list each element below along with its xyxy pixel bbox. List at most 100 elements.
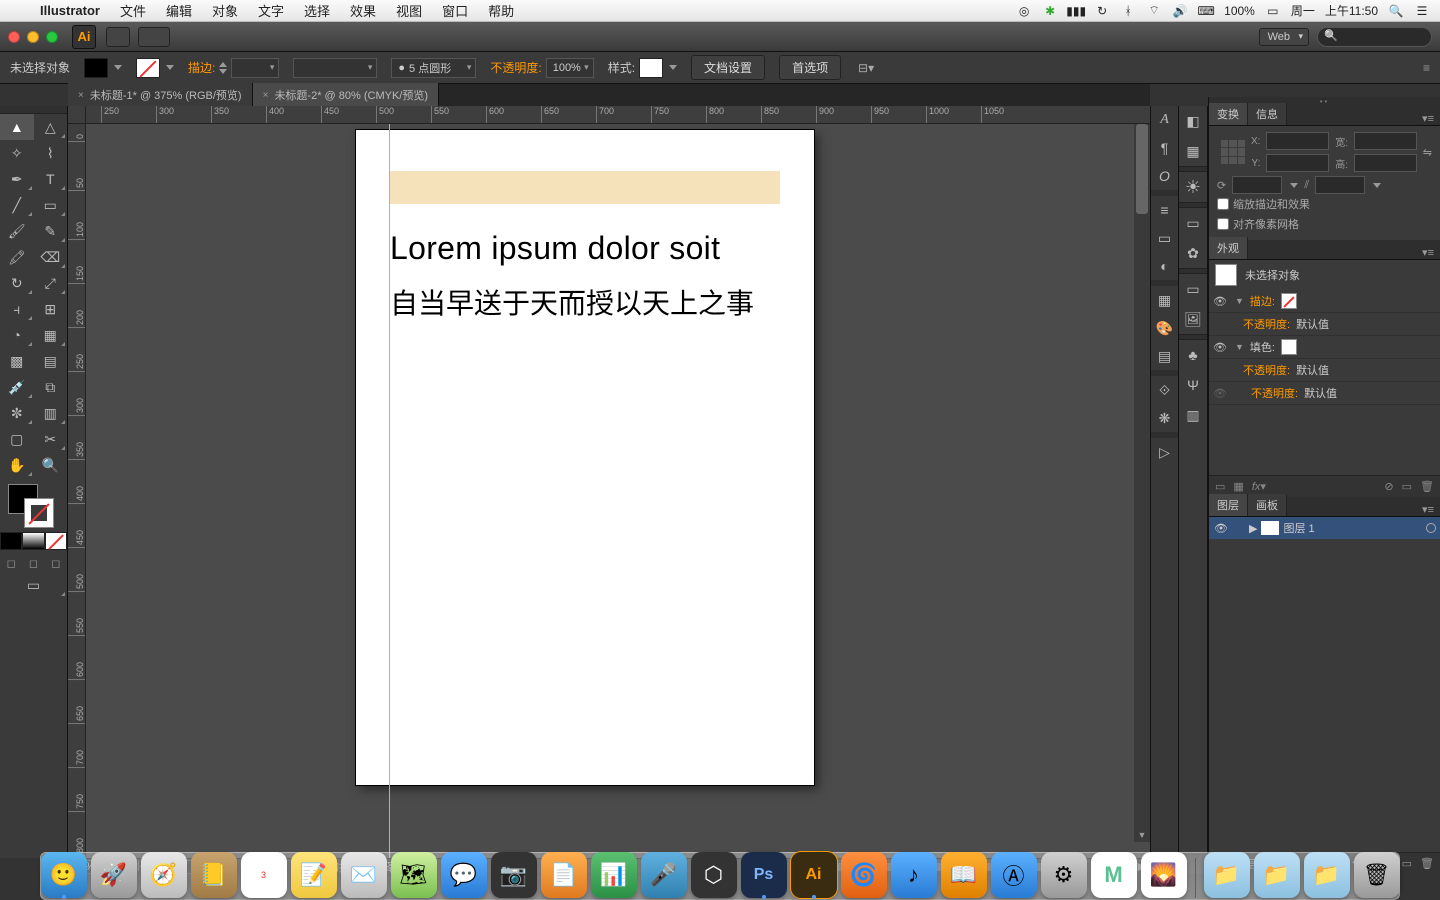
stroke-weight-field[interactable] bbox=[231, 58, 279, 78]
dock-notes[interactable]: 📝 bbox=[291, 852, 337, 898]
draw-inside-icon[interactable]: ◻ bbox=[45, 554, 67, 572]
graphic-style-swatch[interactable] bbox=[639, 58, 663, 78]
stroke-label[interactable]: 描边: bbox=[188, 59, 215, 76]
dock-photoshop[interactable]: Ps bbox=[741, 852, 787, 898]
menu-view[interactable]: 视图 bbox=[386, 1, 432, 20]
stroke-swatch[interactable] bbox=[136, 58, 160, 78]
graphic-styles-panel-icon[interactable]: ▭ bbox=[1179, 274, 1207, 304]
gradient-tool[interactable]: ▤ bbox=[34, 348, 68, 374]
reference-point[interactable] bbox=[1221, 140, 1245, 164]
close-window-button[interactable] bbox=[8, 31, 20, 43]
horizontal-ruler[interactable]: 0501001502002503003504004505005506006507… bbox=[86, 106, 1150, 124]
dock-safari[interactable]: 🧭 bbox=[141, 852, 187, 898]
dock-folder-2[interactable]: 📁 bbox=[1254, 852, 1300, 898]
graphic-style-menu[interactable] bbox=[669, 65, 677, 70]
scroll-thumb[interactable] bbox=[1136, 124, 1148, 214]
tab-info[interactable]: 信息 bbox=[1248, 103, 1287, 125]
menu-extras-icon[interactable]: ☰ bbox=[1414, 3, 1430, 19]
blend-tool[interactable]: ⧉ bbox=[34, 374, 68, 400]
rotate-field[interactable] bbox=[1232, 176, 1282, 194]
stroke-box[interactable] bbox=[24, 498, 54, 528]
stroke-swatch-small[interactable] bbox=[1281, 293, 1297, 309]
appearance-fill-row[interactable]: 👁 ▼ 填色: bbox=[1209, 336, 1440, 359]
dock-folder-3[interactable]: 📁 bbox=[1304, 852, 1350, 898]
battery-icon[interactable]: ▭ bbox=[1265, 3, 1281, 19]
menu-object[interactable]: 对象 bbox=[202, 1, 248, 20]
menu-window[interactable]: 窗口 bbox=[432, 1, 478, 20]
artwork-rectangle[interactable] bbox=[390, 171, 780, 204]
width-tool[interactable]: ⫞ bbox=[0, 296, 34, 322]
fill-swatch-menu[interactable] bbox=[114, 65, 122, 70]
stroke-swatch-menu[interactable] bbox=[166, 65, 174, 70]
layer-disclosure-icon[interactable]: ▶ bbox=[1249, 522, 1257, 535]
menubar-time[interactable]: 上午11:50 bbox=[1325, 2, 1378, 19]
dock-mail[interactable]: ✉️ bbox=[341, 852, 387, 898]
volume-icon[interactable]: 🔊 bbox=[1172, 3, 1188, 19]
fill-swatch-small[interactable] bbox=[1281, 339, 1297, 355]
dock-unity[interactable]: ⬡ bbox=[691, 852, 737, 898]
selection-tool[interactable]: ▲ bbox=[0, 114, 34, 140]
appearance-panel-menu-icon[interactable]: ▾≡ bbox=[1416, 246, 1440, 259]
css-panel-icon[interactable]: ♣ bbox=[1179, 340, 1207, 370]
control-panel-menu-icon[interactable]: ≡ bbox=[1423, 61, 1430, 75]
eyedropper-tool[interactable]: 💉 bbox=[0, 374, 34, 400]
gradient-panel-icon[interactable]: ▤ bbox=[1151, 342, 1178, 370]
width-field[interactable] bbox=[1354, 132, 1417, 150]
pencil-tool[interactable]: ✎ bbox=[34, 218, 68, 244]
doc-tab-1[interactable]: ×未标题-1* @ 375% (RGB/预览) bbox=[68, 83, 253, 106]
sync-icon[interactable]: ✱ bbox=[1042, 3, 1058, 19]
free-transform-tool[interactable]: ⊞ bbox=[34, 296, 68, 322]
menu-effect[interactable]: 效果 bbox=[340, 1, 386, 20]
zoom-tool[interactable]: 🔍 bbox=[34, 452, 68, 478]
color-mode-gradient[interactable] bbox=[22, 532, 44, 550]
draw-behind-icon[interactable]: ◻ bbox=[22, 554, 44, 572]
dock-blender[interactable]: 🌀 bbox=[841, 852, 887, 898]
spotlight-icon[interactable]: 🔍 bbox=[1388, 3, 1404, 19]
dock-app-m[interactable]: M bbox=[1091, 852, 1137, 898]
opacity-field[interactable]: 100% bbox=[546, 58, 594, 78]
transform-panel-icon[interactable]: ▭ bbox=[1151, 224, 1178, 252]
dock-keynote[interactable]: 🎤 bbox=[641, 852, 687, 898]
flip-buttons[interactable]: ⇋ bbox=[1423, 146, 1432, 159]
rotate-tool[interactable]: ↻ bbox=[0, 270, 34, 296]
brush-dropdown[interactable]: ● 5 点圆形 bbox=[391, 58, 476, 78]
dock-contacts[interactable]: 📒 bbox=[191, 852, 237, 898]
screen-mode-button[interactable]: ▭ bbox=[0, 572, 67, 598]
search-help-field[interactable] bbox=[1317, 27, 1432, 47]
color-guide-panel-icon[interactable]: ◧ bbox=[1179, 106, 1207, 136]
lasso-tool[interactable]: ⌇ bbox=[34, 140, 68, 166]
align-panel-icon[interactable]: ≡ bbox=[1151, 196, 1178, 224]
image-panel-icon[interactable]: 🖼 bbox=[1179, 304, 1207, 334]
symbols-panel-icon[interactable]: ✿ bbox=[1179, 238, 1207, 268]
asset-export-panel-icon[interactable]: ▥ bbox=[1179, 400, 1207, 430]
color-mode-solid[interactable] bbox=[0, 532, 22, 550]
opentype-panel-icon[interactable]: O bbox=[1151, 162, 1178, 190]
scale-strokes-checkbox[interactable]: 缩放描边和效果 bbox=[1217, 194, 1432, 214]
new-stroke-icon[interactable]: ▭ bbox=[1215, 480, 1225, 493]
dock-calendar[interactable]: 3 bbox=[241, 852, 287, 898]
paragraph-panel-icon[interactable]: ¶ bbox=[1151, 134, 1178, 162]
bluetooth-icon[interactable]: ᚼ bbox=[1120, 3, 1136, 19]
appearance-panel-icon[interactable]: ▦ bbox=[1179, 136, 1207, 166]
dock-appstore[interactable]: Ⓐ bbox=[991, 852, 1037, 898]
transform-panel-menu-icon[interactable]: ▾≡ bbox=[1416, 112, 1440, 125]
swatches-panel-icon[interactable]: ▦ bbox=[1151, 286, 1178, 314]
rectangle-tool[interactable]: ▭ bbox=[34, 192, 68, 218]
wifi-icon[interactable]: ⌔ bbox=[1146, 3, 1162, 19]
disclosure-icon[interactable]: ▼ bbox=[1235, 342, 1244, 352]
layers-panel-menu-icon[interactable]: ▾≡ bbox=[1416, 503, 1440, 516]
timemachine-icon[interactable]: ↻ bbox=[1094, 3, 1110, 19]
artwork-text-1[interactable]: Lorem ipsum dolor soit bbox=[390, 230, 720, 267]
delete-item-icon[interactable]: 🗑 bbox=[1420, 480, 1434, 493]
x-field[interactable] bbox=[1266, 132, 1329, 150]
tab-appearance[interactable]: 外观 bbox=[1209, 237, 1248, 259]
pen-tool[interactable]: ✒ bbox=[0, 166, 34, 192]
blob-brush-tool[interactable]: 🖍 bbox=[0, 244, 34, 270]
dock-ibooks[interactable]: 📖 bbox=[941, 852, 987, 898]
toolbox-handle[interactable] bbox=[0, 106, 67, 114]
close-tab-icon[interactable]: × bbox=[263, 90, 269, 101]
layer-visibility-icon[interactable]: 👁 bbox=[1213, 522, 1229, 535]
fill-stroke-control[interactable] bbox=[0, 478, 67, 532]
disclosure-icon[interactable]: ▼ bbox=[1235, 296, 1244, 306]
visibility-icon[interactable]: 👁 bbox=[1213, 387, 1229, 400]
